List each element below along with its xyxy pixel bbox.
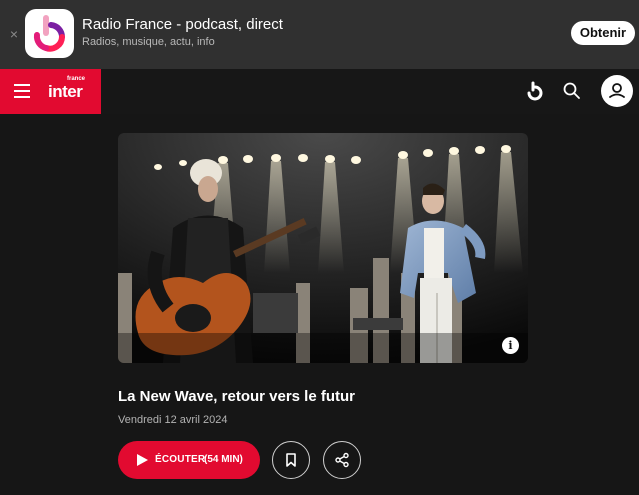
listen-duration: (54 MIN): [204, 454, 243, 465]
episode-date: Vendredi 12 avril 2024: [118, 414, 228, 426]
bookmark-icon: [286, 453, 296, 467]
account-button[interactable]: [601, 75, 633, 107]
radio-france-app-icon[interactable]: [25, 9, 74, 58]
image-info-button[interactable]: i: [502, 337, 519, 354]
menu-icon[interactable]: [14, 84, 30, 98]
app-title: Radio France - podcast, direct: [82, 16, 283, 33]
listen-button[interactable]: ÉCOUTER (54 MIN): [118, 441, 260, 479]
user-icon: [609, 83, 625, 98]
episode-image: i: [118, 133, 528, 363]
get-app-button[interactable]: Obtenir: [571, 21, 635, 45]
search-icon[interactable]: [562, 81, 582, 101]
site-header: france inter: [0, 69, 639, 114]
episode-title: La New Wave, retour vers le futur: [118, 388, 356, 405]
concert-photo: [118, 133, 528, 363]
play-icon: [137, 454, 148, 466]
close-icon[interactable]: ×: [8, 25, 20, 43]
listen-label: ÉCOUTER: [155, 454, 206, 465]
bookmark-button[interactable]: [272, 441, 310, 479]
app-subtitle: Radios, musique, actu, info: [82, 36, 215, 48]
radio-france-icon[interactable]: [524, 80, 546, 102]
logo-main-text: inter: [48, 82, 83, 101]
app-install-banner: × Radio France - podcast, direct Radios,…: [0, 0, 639, 69]
share-button[interactable]: [323, 441, 361, 479]
brand-block: france inter: [0, 69, 101, 114]
share-icon: [335, 452, 349, 468]
